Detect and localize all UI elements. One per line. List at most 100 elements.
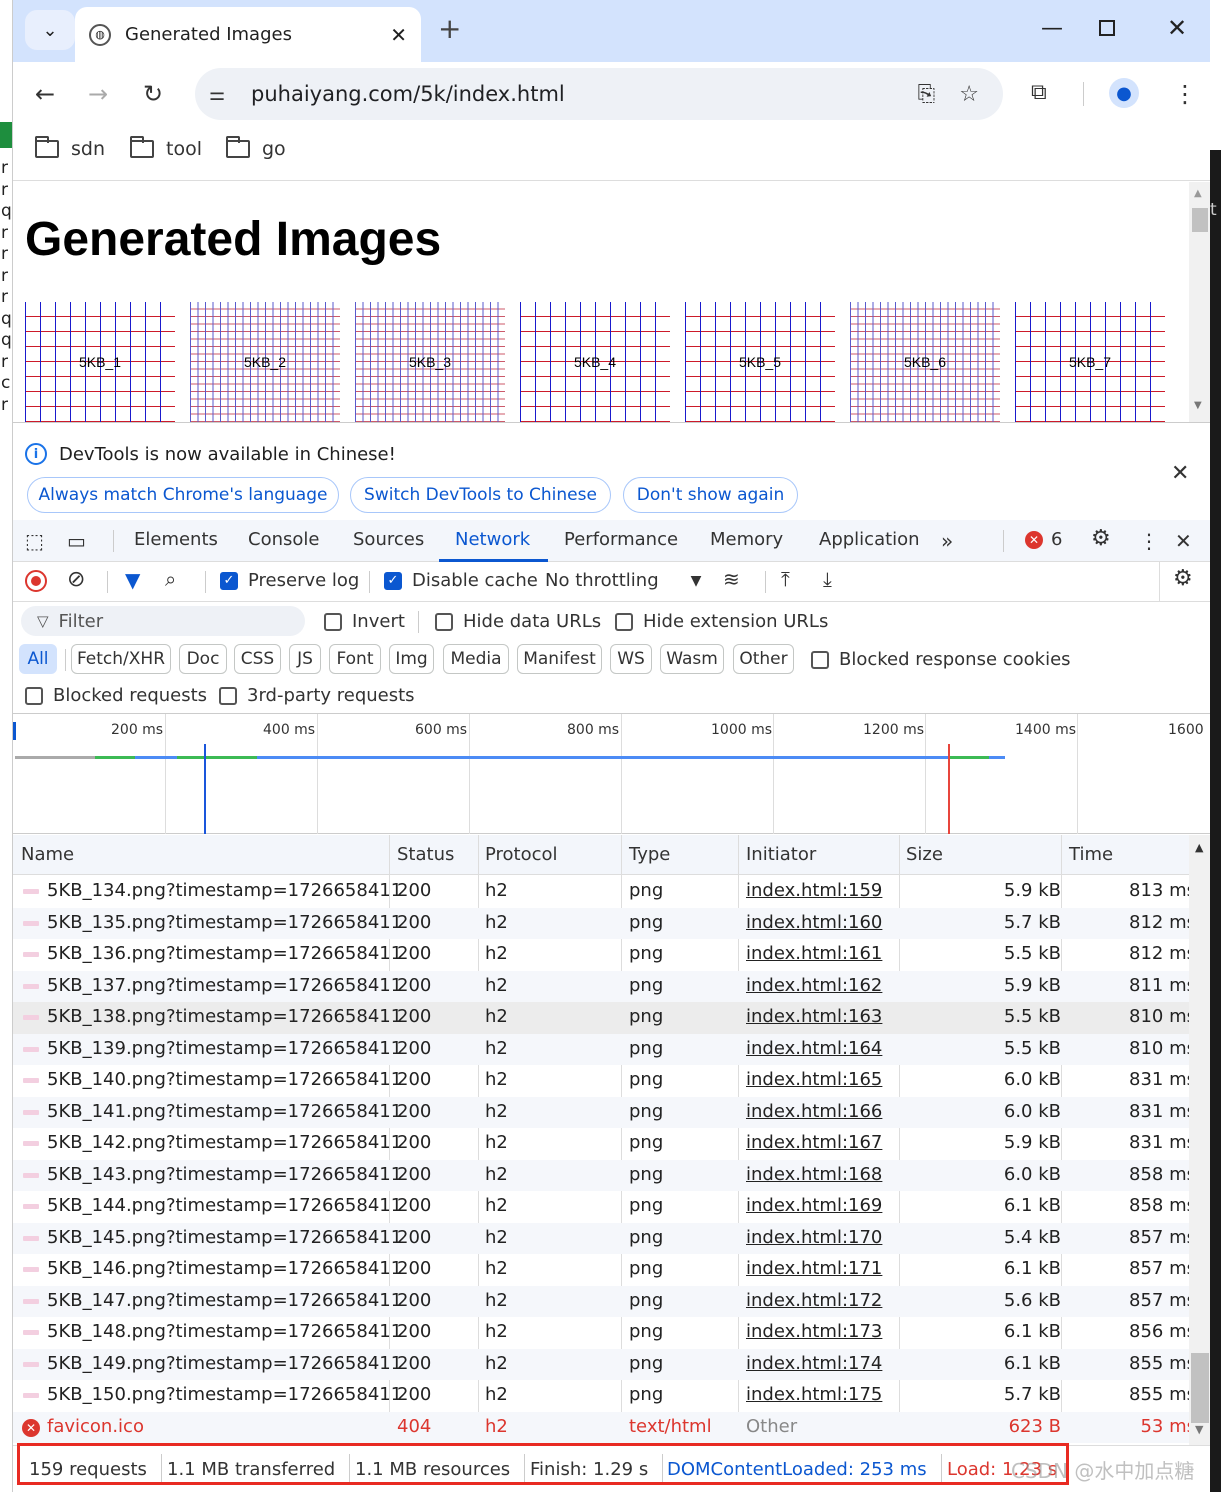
cell-initiator[interactable]: index.html:160	[746, 912, 882, 933]
table-row[interactable]: 5KB_149.png?timestamp=1726658411 200 h2 png…	[13, 1348, 1196, 1380]
column-header-status[interactable]: Status	[397, 844, 454, 865]
table-row[interactable]: 5KB_144.png?timestamp=1726658411 200 h2 png…	[13, 1191, 1196, 1223]
type-filter-css[interactable]: CSS	[234, 644, 281, 674]
extensions-icon[interactable]: ⧉	[1031, 80, 1047, 105]
cell-initiator[interactable]: index.html:174	[746, 1353, 882, 1374]
cell-initiator[interactable]: index.html:163	[746, 1006, 882, 1027]
blocked-response-cookies-checkbox[interactable]: Blocked response cookies	[811, 649, 1071, 670]
export-har-icon[interactable]: ⤓	[823, 567, 832, 591]
tab-search-button[interactable]: ⌄	[25, 10, 75, 50]
dont-show-again-button[interactable]: Don't show again	[623, 477, 798, 513]
table-row[interactable]: 5KB_139.png?timestamp=1726658411 200 h2 png…	[13, 1033, 1196, 1065]
import-har-icon[interactable]: ⤒	[781, 567, 790, 591]
cell-initiator[interactable]: index.html:171	[746, 1258, 882, 1279]
table-row[interactable]: 5KB_140.png?timestamp=1726658411 200 h2 png…	[13, 1065, 1196, 1097]
column-header-type[interactable]: Type	[629, 844, 670, 865]
table-row[interactable]: 5KB_145.png?timestamp=1726658411 200 h2 png…	[13, 1222, 1196, 1254]
third-party-requests-checkbox[interactable]: 3rd-party requests	[219, 685, 415, 706]
record-button[interactable]	[25, 570, 47, 592]
cell-initiator[interactable]: index.html:166	[746, 1101, 882, 1122]
scroll-down-icon[interactable]: ▼	[1194, 400, 1202, 411]
table-row[interactable]: 5KB_148.png?timestamp=1726658411 200 h2 png…	[13, 1317, 1196, 1349]
requests-scrollbar[interactable]: ▲ ▼	[1189, 835, 1210, 1445]
type-filter-media[interactable]: Media	[443, 644, 509, 674]
bookmark-star-icon[interactable]: ☆	[959, 82, 979, 107]
network-conditions-icon[interactable]: ≋	[723, 567, 740, 591]
table-row[interactable]: 5KB_138.png?timestamp=1726658411 200 h2 png…	[13, 1002, 1196, 1034]
cell-initiator[interactable]: index.html:167	[746, 1132, 882, 1153]
address-bar[interactable]: ⚌ puhaiyang.com/5k/index.html ⎘ ☆	[195, 68, 1003, 120]
cell-initiator[interactable]: index.html:175	[746, 1384, 882, 1405]
cell-initiator[interactable]: index.html:164	[746, 1038, 882, 1059]
bookmark-folder-tool[interactable]: tool	[130, 136, 202, 160]
cell-initiator[interactable]: index.html:161	[746, 943, 882, 964]
browser-tab[interactable]: ◍ Generated Images ✕	[75, 7, 421, 62]
tab-elements[interactable]: Elements	[134, 529, 218, 550]
table-row[interactable]: 5KB_143.png?timestamp=1726658411 200 h2 png…	[13, 1159, 1196, 1191]
filter-input[interactable]: ▽ Filter	[21, 606, 305, 636]
inspect-element-icon[interactable]: ⬚	[25, 529, 44, 553]
back-icon[interactable]: ←	[35, 80, 55, 108]
table-row[interactable]: 5KB_147.png?timestamp=1726658411 200 h2 png…	[13, 1285, 1196, 1317]
scroll-up-icon[interactable]: ▲	[1195, 841, 1203, 854]
scroll-thumb[interactable]	[1192, 208, 1208, 232]
devtools-menu-icon[interactable]: ⋮	[1139, 529, 1159, 553]
tab-sources[interactable]: Sources	[353, 529, 424, 550]
column-header-initiator[interactable]: Initiator	[746, 844, 816, 865]
type-filter-manifest[interactable]: Manifest	[517, 644, 602, 674]
tab-performance[interactable]: Performance	[564, 529, 678, 550]
blocked-requests-checkbox[interactable]: Blocked requests	[25, 685, 207, 706]
bookmark-folder-go[interactable]: go	[226, 136, 286, 160]
new-tab-button[interactable]: +	[438, 12, 461, 45]
translate-icon[interactable]: ⎘	[918, 82, 936, 107]
cell-initiator[interactable]: index.html:169	[746, 1195, 882, 1216]
maximize-icon[interactable]	[1099, 20, 1115, 36]
table-row[interactable]: 5KB_134.png?timestamp=1726658411 200 h2 png…	[13, 876, 1196, 908]
table-row[interactable]: 5KB_150.png?timestamp=1726658411 200 h2 png…	[13, 1380, 1196, 1412]
column-header-time[interactable]: Time	[1069, 844, 1113, 865]
profile-avatar-icon[interactable]: ●	[1109, 78, 1139, 108]
preserve-log-checkbox[interactable]: ✓ Preserve log	[220, 570, 359, 591]
more-tabs-icon[interactable]: »	[941, 529, 953, 553]
type-filter-ws[interactable]: WS	[610, 644, 652, 674]
close-window-icon[interactable]: ✕	[1167, 14, 1187, 42]
table-row[interactable]: 5KB_146.png?timestamp=1726658411 200 h2 png…	[13, 1254, 1196, 1286]
type-filter-doc[interactable]: Doc	[179, 644, 227, 674]
always-match-language-button[interactable]: Always match Chrome's language	[27, 477, 339, 513]
table-row[interactable]: ✕ favicon.ico 404 h2 text/html Other 623 B 53 m…	[13, 1411, 1196, 1443]
switch-to-chinese-button[interactable]: Switch DevTools to Chinese	[350, 477, 611, 513]
close-infobar-icon[interactable]: ✕	[1171, 461, 1189, 486]
cell-initiator[interactable]: index.html:162	[746, 975, 882, 996]
device-toolbar-icon[interactable]: ▭	[67, 529, 86, 553]
column-header-name[interactable]: Name	[21, 844, 74, 865]
url-text[interactable]: puhaiyang.com/5k/index.html	[251, 82, 918, 106]
type-filter-other[interactable]: Other	[733, 644, 794, 674]
forward-icon[interactable]: →	[88, 80, 108, 108]
site-info-icon[interactable]: ⚌	[209, 84, 235, 105]
type-filter-font[interactable]: Font	[329, 644, 381, 674]
settings-gear-icon[interactable]: ⚙	[1091, 526, 1111, 551]
cell-initiator[interactable]: index.html:172	[746, 1290, 882, 1311]
cell-initiator[interactable]: index.html:168	[746, 1164, 882, 1185]
cell-initiator[interactable]: index.html:159	[746, 880, 882, 901]
table-row[interactable]: 5KB_135.png?timestamp=1726658411 200 h2 png…	[13, 907, 1196, 939]
reload-icon[interactable]: ↻	[143, 80, 163, 108]
disable-cache-checkbox[interactable]: ✓ Disable cache	[384, 570, 538, 591]
bookmark-folder-sdn[interactable]: sdn	[35, 136, 105, 160]
clear-icon[interactable]: ⊘	[67, 567, 85, 592]
hide-data-urls-checkbox[interactable]: Hide data URLs	[435, 611, 601, 632]
page-scrollbar[interactable]: ▲ ▼	[1189, 182, 1210, 422]
column-header-protocol[interactable]: Protocol	[485, 844, 558, 865]
tab-application[interactable]: Application	[819, 529, 920, 550]
error-counter[interactable]: ✕ 6	[1025, 529, 1062, 550]
close-devtools-icon[interactable]: ✕	[1175, 529, 1192, 553]
type-filter-js[interactable]: JS	[289, 644, 321, 674]
scroll-thumb[interactable]	[1191, 1353, 1209, 1423]
tab-console[interactable]: Console	[248, 529, 319, 550]
cell-initiator[interactable]: index.html:173	[746, 1321, 882, 1342]
network-overview-timeline[interactable]: 200 ms 400 ms 600 ms 800 ms 1000 ms 1200…	[13, 714, 1210, 834]
cell-initiator[interactable]: index.html:170	[746, 1227, 882, 1248]
table-row[interactable]: 5KB_137.png?timestamp=1726658411 200 h2 png…	[13, 970, 1196, 1002]
tab-network[interactable]: Network	[455, 529, 530, 550]
menu-kebab-icon[interactable]: ⋮	[1173, 80, 1197, 108]
